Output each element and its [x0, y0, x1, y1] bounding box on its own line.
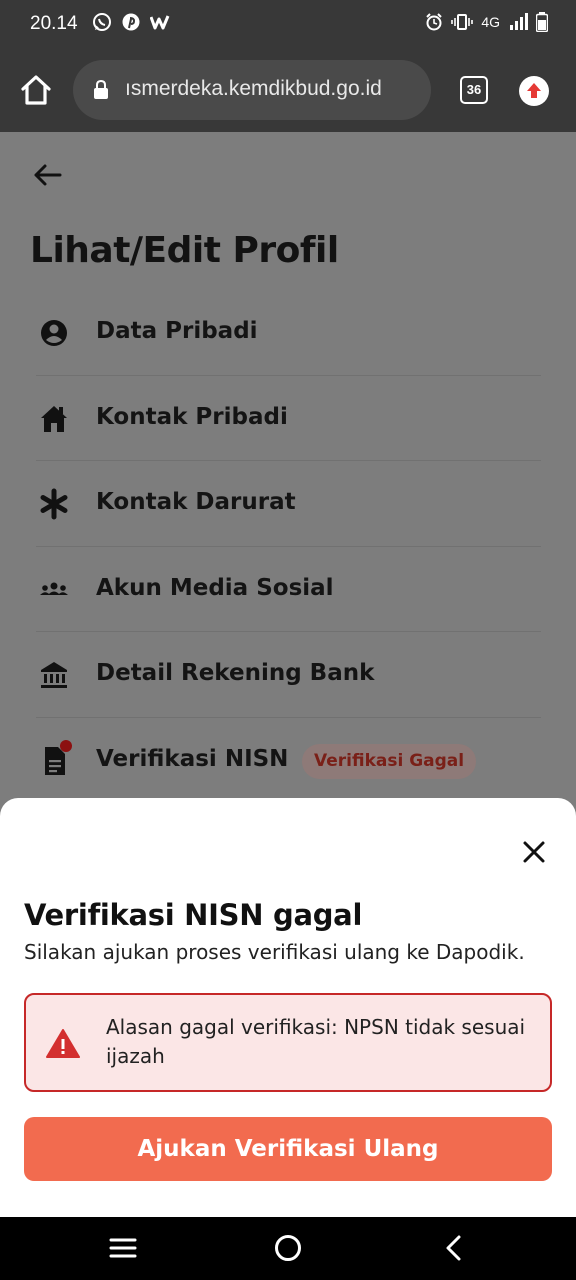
back-arrow-icon[interactable]	[30, 160, 66, 190]
update-button[interactable]	[519, 76, 549, 106]
vibrate-icon	[451, 14, 474, 30]
status-bar: 20.14 4G	[0, 0, 576, 48]
sheet-title: Verifikasi NISN gagal	[24, 898, 363, 932]
tabs-button[interactable]: 36	[460, 76, 488, 104]
nav-back-icon[interactable]	[442, 1234, 466, 1262]
signal-icon	[510, 13, 528, 30]
warning-icon	[46, 1029, 80, 1058]
menu-item-akun-media-sosial[interactable]: Akun Media Sosial	[36, 547, 541, 632]
menu-item-data-pribadi[interactable]: Data Pribadi	[36, 290, 541, 376]
home-circle-icon[interactable]	[274, 1234, 302, 1262]
lock-icon	[94, 80, 108, 99]
notification-dot	[60, 739, 72, 752]
menu-item-label: Verifikasi NISN	[96, 745, 289, 772]
browser-toolbar: ısmerdeka.kemdikbud.go.id 36	[0, 48, 576, 132]
menu-item-kontak-pribadi[interactable]: Kontak Pribadi	[36, 376, 541, 461]
battery-icon	[536, 12, 548, 32]
bank-icon	[41, 662, 67, 688]
menu-item-kontak-darurat[interactable]: Kontak Darurat	[36, 461, 541, 547]
alarm-icon	[426, 13, 443, 31]
alert-message: Alasan gagal verifikasi: NPSN tidak sesu…	[106, 1015, 526, 1068]
close-icon[interactable]	[520, 838, 548, 866]
pinterest-icon	[122, 13, 140, 31]
sheet-subtitle: Silakan ajukan proses verifikasi ulang k…	[24, 940, 525, 964]
recent-apps-icon[interactable]	[108, 1235, 138, 1261]
address-bar[interactable]: ısmerdeka.kemdikbud.go.id	[73, 60, 431, 120]
user-circle-icon	[41, 320, 67, 346]
status-badge: Verifikasi Gagal	[302, 743, 477, 779]
network-type: 4G	[481, 14, 500, 30]
resubmit-verification-button[interactable]: Ajukan Verifikasi Ulang	[24, 1117, 552, 1181]
status-time: 20.14	[30, 13, 78, 34]
arrow-up-icon	[527, 83, 541, 98]
home-icon[interactable]	[18, 72, 54, 108]
error-alert: Alasan gagal verifikasi: NPSN tidak sesu…	[24, 993, 552, 1092]
menu-item-label: Detail Rekening Bank	[96, 660, 375, 686]
menu-item-verifikasi-nisn[interactable]: Verifikasi NISN Verifikasi Gagal	[36, 718, 541, 804]
asterisk-icon	[40, 488, 68, 520]
menu-item-label: Akun Media Sosial	[96, 574, 334, 601]
profile-menu: Data Pribadi Kontak Pribadi Kontak Darur…	[36, 290, 541, 803]
url-text: ısmerdeka.kemdikbud.go.id	[125, 77, 382, 100]
verification-failed-sheet: Verifikasi NISN gagal Silakan ajukan pro…	[0, 798, 576, 1217]
w-app-icon	[150, 15, 170, 30]
whatsapp-icon	[93, 13, 111, 31]
menu-item-label: Data Pribadi	[96, 318, 258, 344]
system-nav-bar	[0, 1217, 576, 1280]
menu-item-label: Kontak Pribadi	[96, 403, 288, 430]
page-title: Lihat/Edit Profil	[30, 230, 339, 271]
house-icon	[41, 405, 67, 432]
menu-item-label: Kontak Darurat	[96, 489, 296, 515]
menu-item-detail-rekening-bank[interactable]: Detail Rekening Bank	[36, 632, 541, 718]
group-icon	[40, 582, 68, 595]
